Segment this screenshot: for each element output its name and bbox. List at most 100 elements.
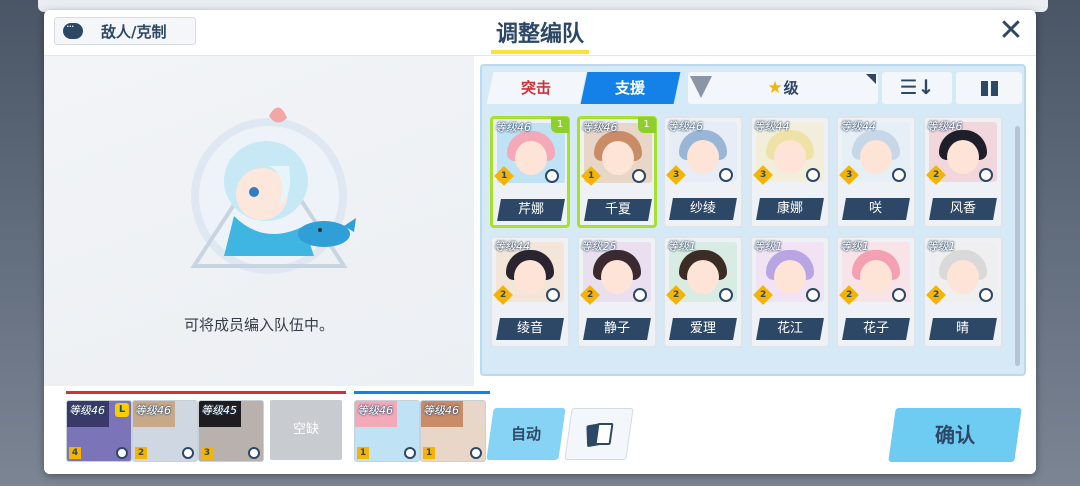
star-rank-value: 2 [932,169,939,180]
roster-card[interactable]: 等级44 3 咲 [836,116,916,228]
role-icon [892,168,906,182]
level-label: 等级44 [753,120,790,133]
special-line [354,391,490,394]
team-slot[interactable]: 等级46 1 [420,400,486,462]
star-rank-value: 2 [672,289,680,300]
star-rank-value: 1 [500,170,508,181]
roster-card[interactable]: 等级1 2 晴 [922,236,1003,348]
name-plate: 风香 [928,198,997,220]
character-name: 纱绫 [689,201,716,216]
sort-order-button[interactable]: ☰↓ [882,72,952,104]
character-name: 花江 [776,321,803,336]
chat-bubble-icon [63,20,83,39]
role-icon [978,168,993,182]
character-name: 花子 [862,321,889,336]
roster-panel: 突击 支援 ★级 ☰↓ 等级46 1 1 芹娜 等级46 1 1 千夏 等级46 3 纱绫 等级44 3… [480,64,1026,376]
character-name: 绫音 [516,321,543,336]
level-label: 等级46 [423,404,459,417]
roster-card[interactable]: 等级46 2 风香 [922,116,1003,228]
empty-slot[interactable]: 空缺 [270,400,342,460]
team-slot[interactable]: 等级46 2 [132,400,198,462]
name-plate: 晴 [928,318,997,340]
tab-striker-label: 突击 [521,79,552,97]
character-name: 康娜 [776,201,803,216]
striker-line [66,391,346,394]
portrait-face [946,260,979,294]
roster-card[interactable]: 等级25 2 静子 [576,236,657,348]
name-plate: 花子 [842,318,910,340]
star-rank-value: 2 [499,289,507,300]
roster-card[interactable]: 等级1 2 爱理 [663,236,743,348]
star-rank-icon: 1 [423,447,435,459]
team-slot[interactable]: 等级46 4 L [66,400,132,462]
role-icon [631,169,646,183]
role-icon [404,447,416,459]
roster-card[interactable]: 等级46 1 1 千夏 [576,116,657,228]
auto-button[interactable]: 自动 [486,408,566,460]
sort-text: 级 [783,79,799,97]
level-label: 等级46 [69,404,105,417]
portrait-face [773,260,806,294]
sort-label: ★级 [688,72,878,104]
character-name: 风香 [949,201,976,216]
level-label: 等级46 [581,121,618,134]
name-plate: 爱理 [669,318,737,340]
auto-button-label: 自动 [510,425,541,443]
name-plate: 静子 [582,318,651,340]
star-rank-value: 1 [587,170,594,181]
level-label: 等级44 [840,120,876,133]
role-icon [546,288,560,302]
level-label: 等级45 [201,404,237,417]
star-rank-value: 3 [672,169,680,180]
enemy-info-button[interactable]: 敌人/克制 [54,17,196,45]
tab-striker[interactable]: 突击 [486,72,587,104]
role-icon [632,288,647,302]
roster-card[interactable]: 等级46 1 1 芹娜 [490,116,570,228]
star-icon: ★ [767,78,783,98]
name-plate: 花江 [755,318,824,340]
level-label: 等级46 [135,404,171,417]
name-plate: 康娜 [755,198,824,220]
cards-button[interactable] [564,408,634,460]
team-slot[interactable]: 等级46 1 [354,400,420,462]
portrait-face [601,141,634,175]
star-rank-icon: 3 [201,447,213,459]
portrait-face [515,141,547,175]
role-icon [116,447,128,459]
roster-card[interactable]: 等级44 2 绫音 [490,236,570,348]
chibi-character-illustration [190,107,356,274]
roster-card[interactable]: 等级46 3 纱绫 [663,116,743,228]
tab-special[interactable]: 支援 [580,72,681,104]
role-icon [470,447,482,459]
roster-card[interactable]: 等级1 2 花子 [836,236,916,348]
portrait-face [600,260,633,294]
roster-card[interactable]: 等级1 2 花江 [749,236,830,348]
view-toggle-button[interactable] [956,72,1022,104]
level-label: 等级1 [926,240,956,253]
card-icon-front [594,423,614,445]
portrait-face [773,140,806,174]
portrait-face [687,260,719,294]
level-label: 等级1 [753,240,783,253]
character-preview-area: 可将成员编入队伍中。 [44,56,474,386]
character-name: 晴 [955,321,969,336]
tab-special-label: 支援 [615,79,646,97]
role-icon [805,168,820,182]
role-icon [719,288,733,302]
star-rank-value: 2 [932,289,939,300]
leader-badge: L [115,403,129,417]
level-label: 等级46 [926,120,963,133]
enemy-info-label: 敌人/克制 [101,22,167,41]
confirm-button[interactable]: 确认 [888,408,1022,462]
roster-scrollbar[interactable] [1015,126,1020,366]
formation-dialog: 敌人/克制 调整编队 ✕ 可将成员编入队伍中。 突击 支援 ★级 [44,10,1036,474]
hint-text: 可将成员编入队伍中。 [183,316,334,334]
role-icon [719,168,733,182]
star-rank-value: 2 [586,289,593,300]
team-slot[interactable]: 等级45 3 [198,400,264,462]
close-button[interactable]: ✕ [997,16,1025,46]
sort-button[interactable]: ★级 [688,72,878,104]
roster-card[interactable]: 等级44 3 康娜 [749,116,830,228]
portrait-face [860,140,892,174]
name-plate: 芹娜 [497,199,565,221]
